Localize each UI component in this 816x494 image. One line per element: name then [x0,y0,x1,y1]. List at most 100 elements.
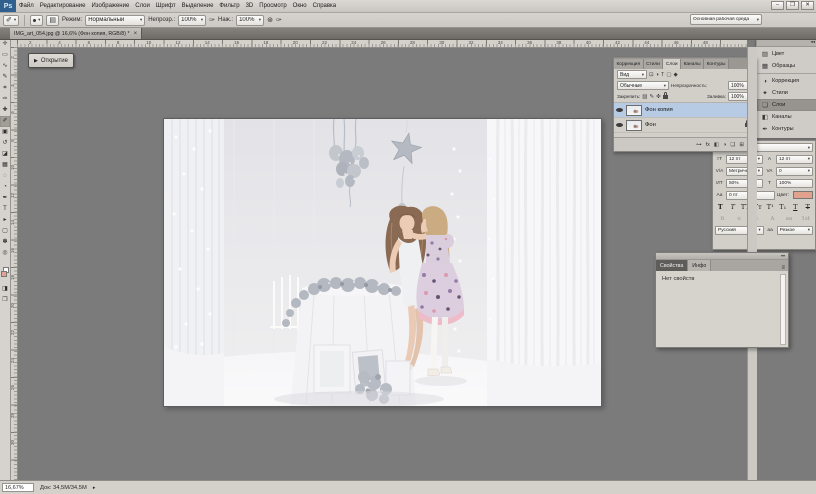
airbrush-icon[interactable]: ⊛ [267,15,273,26]
dock-item-color[interactable]: ▨Цвет [757,48,816,60]
horizontal-scale-field[interactable]: 100% [776,179,813,188]
tool-brush[interactable]: ✐ [0,116,10,127]
pressure-size-icon[interactable]: ✑ [276,15,282,26]
antialias-select[interactable]: Резкое ▾ [777,226,813,235]
opentype-button-4[interactable]: aa [782,216,797,222]
tool-blur[interactable]: ◌ [0,171,10,182]
layer-group-icon[interactable]: ❑ [730,142,735,148]
opacity-select[interactable]: 100% ▾ [178,15,206,26]
tool-hand[interactable]: ✽ [0,237,10,248]
tool-path-selection[interactable]: ▸ [0,215,10,226]
vertical-scale-field[interactable]: 50% [726,179,763,188]
layer-filter-icon-3[interactable]: ▢ [666,72,671,78]
layer-row-1[interactable]: Фон [614,118,756,133]
tool-zoom[interactable]: ◎ [0,248,10,259]
pressure-opacity-icon[interactable]: ✑ [209,15,215,26]
type-style-button-5[interactable]: Т₁ [778,202,789,213]
text-color-swatch[interactable] [793,191,813,199]
type-style-button-4[interactable]: Т¹ [765,202,776,213]
open-action-button[interactable]: ▶ Открытие [28,53,74,68]
close-document-icon[interactable]: × [134,31,138,37]
link-layers-icon[interactable]: ⊶ [696,142,702,148]
blend-mode-select[interactable]: Нормальный ▾ [85,15,145,26]
tool-rectangular-marquee[interactable]: ▭ [0,50,10,61]
properties-tab-1[interactable]: Инфо [688,260,711,271]
type-style-button-1[interactable]: Т [728,202,739,213]
lock-option-icon-2[interactable]: ✜ [656,94,661,100]
quick-mask-icon[interactable]: ◨ [0,285,10,292]
flow-select[interactable]: 100% ▾ [236,15,264,26]
tool-dodge[interactable]: ◔ [0,182,10,193]
menu-item-2[interactable]: Изображение [88,0,132,12]
menu-item-9[interactable]: Окно [290,0,310,12]
layer-style-icon[interactable]: fx [706,142,710,148]
opentype-button-3[interactable]: A [765,216,780,222]
minimize-button[interactable]: – [771,1,784,10]
layer-thumbnail[interactable] [626,105,642,116]
kerning-select[interactable]: Метрический ▾ [726,167,763,176]
menu-item-10[interactable]: Справка [310,0,340,12]
tool-pen[interactable]: ✒ [0,193,10,204]
lock-option-icon-1[interactable]: ✎ [649,94,654,100]
dock-item-swatches[interactable]: ▦Образцы [757,60,816,72]
screen-mode-icon[interactable]: ❒ [0,296,10,303]
menu-item-3[interactable]: Слои [132,0,153,12]
menu-item-7[interactable]: 3D [243,0,257,12]
layer-filter-icon-4[interactable]: ◆ [674,72,678,78]
tool-type[interactable]: T [0,204,10,215]
layers-group-tab-4[interactable]: Контуры [704,59,729,69]
workspace-switcher[interactable]: Основная рабочая среда ▾ [690,14,762,25]
dock-item-layers[interactable]: ❏Слои [757,99,816,111]
type-style-button-7[interactable]: Т [803,202,814,213]
opentype-button-0[interactable]: fi [715,216,730,222]
menu-item-8[interactable]: Просмотр [256,0,289,12]
dock-item-channels[interactable]: ◧Каналы [757,111,816,123]
layer-filter-icon-0[interactable]: ⊡ [649,72,654,78]
opentype-button-1[interactable]: o [732,216,747,222]
layer-filter-icon-2[interactable]: T [661,72,664,78]
foreground-color-swatch[interactable] [1,271,7,277]
dock-item-paths[interactable]: ✒Контуры [757,123,816,135]
properties-tab-0[interactable]: Свойства [656,260,688,271]
type-style-button-6[interactable]: Т [790,202,801,213]
maximize-button[interactable]: ❐ [786,1,799,10]
properties-panel-titlebar[interactable]: ▾▾ [656,253,788,260]
leading-select[interactable]: 12 пт ▾ [776,155,813,164]
document-tab[interactable]: IMG_art_054.jpg @ 16,6% (Фон копия, RGB/… [10,28,142,39]
tool-quick-selection[interactable]: ✎ [0,72,10,83]
menu-item-6[interactable]: Фильтр [216,0,242,12]
layers-group-tab-2[interactable]: Слои [663,59,681,69]
collapse-dock-button[interactable]: ◂◂ [757,39,816,47]
layers-group-tab-3[interactable]: Каналы [681,59,704,69]
tool-spot-healing[interactable]: ✚ [0,105,10,116]
type-style-button-0[interactable]: Т [715,202,726,213]
tool-move[interactable]: ✛ [0,39,10,50]
menu-item-0[interactable]: Файл [16,0,37,12]
visibility-eye-icon[interactable] [616,107,623,114]
font-size-select[interactable]: 12 пт ▾ [726,155,763,164]
zoom-level-field[interactable]: 16,67% [2,483,34,492]
tool-lasso[interactable]: ∿ [0,61,10,72]
layer-mask-icon[interactable]: ◧ [714,142,719,148]
tool-history-brush[interactable]: ↺ [0,138,10,149]
menu-item-1[interactable]: Редактирование [37,0,89,12]
dock-item-adjustments[interactable]: ◑Коррекция [757,75,816,87]
tool-preset-picker[interactable]: ✐ ▾ [3,15,19,26]
status-arrow-icon[interactable]: ▸ [93,485,96,491]
layers-group-tab-1[interactable]: Стили [644,59,664,69]
brush-size-picker[interactable]: ▾ [30,15,43,26]
tool-crop[interactable]: ⌗ [0,83,10,94]
tool-eyedropper[interactable]: ✑ [0,94,10,105]
new-layer-icon[interactable]: ⊞ [739,142,744,148]
tool-shape[interactable]: ▢ [0,226,10,237]
menu-item-4[interactable]: Шрифт [153,0,179,12]
menu-item-5[interactable]: Выделение [179,0,217,12]
opentype-button-5[interactable]: 1st [798,216,813,222]
layer-blend-mode-select[interactable]: Обычные ▾ [617,81,669,90]
lock-all-icon[interactable] [663,95,668,99]
layer-filter-icon-1[interactable]: ◑ [656,72,659,78]
dock-item-styles[interactable]: ✦Стили [757,87,816,99]
adjustment-layer-icon[interactable]: ◑ [723,142,726,148]
tool-clone-stamp[interactable]: ▣ [0,127,10,138]
layers-group-tab-0[interactable]: Коррекция [614,59,644,69]
